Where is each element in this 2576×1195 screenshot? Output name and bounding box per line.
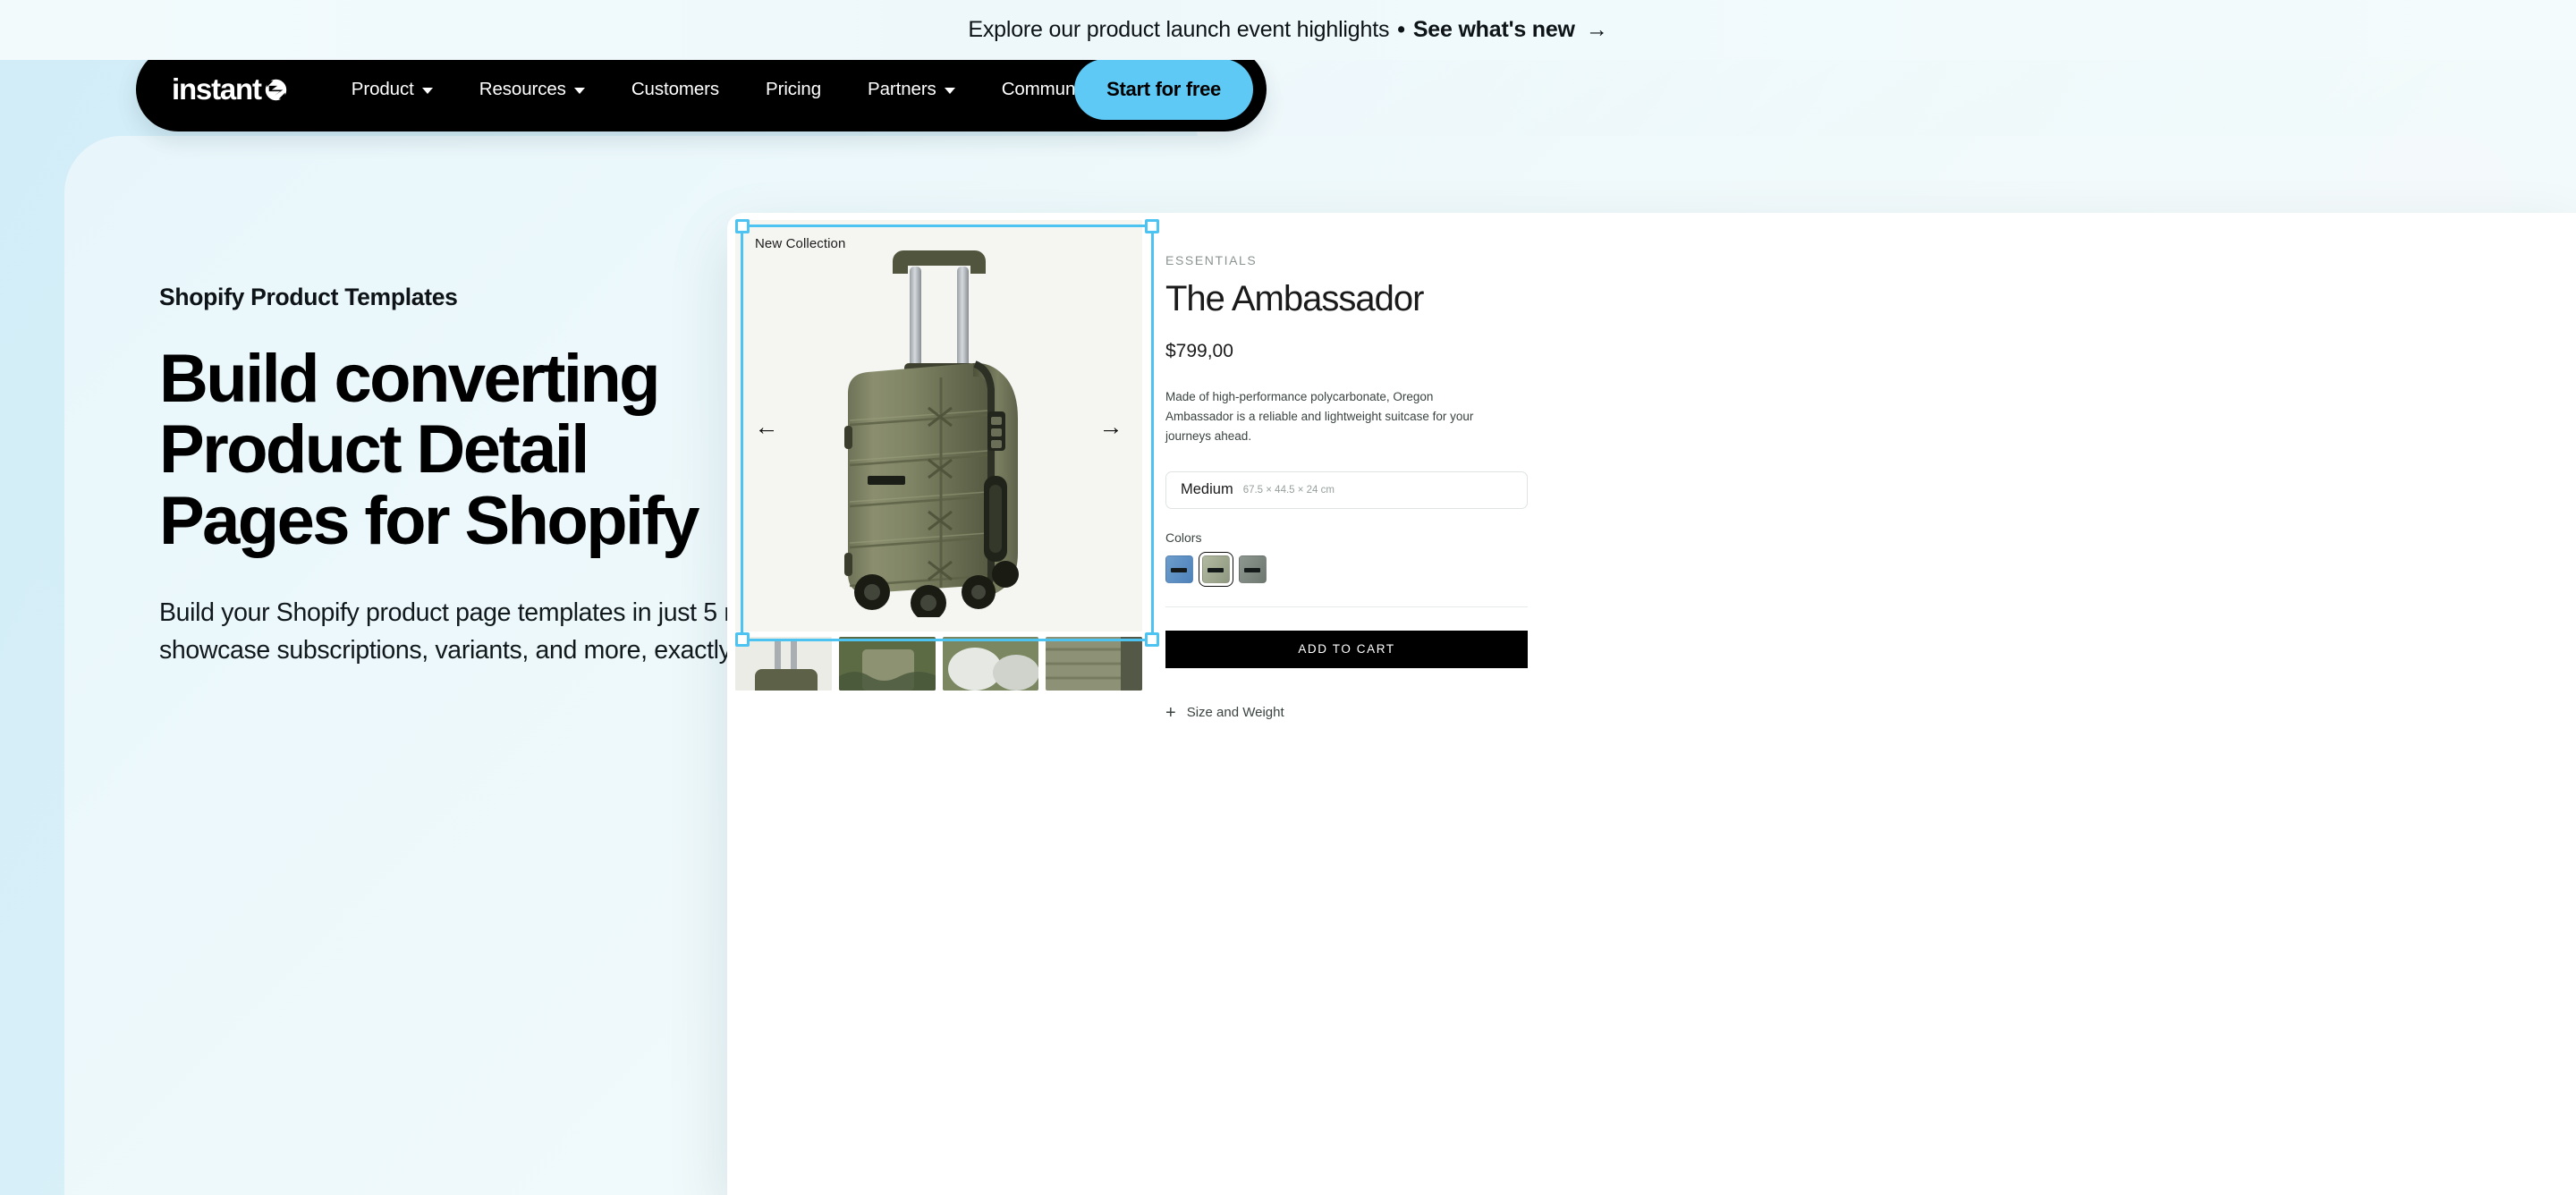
gallery-thumbnail[interactable] [735, 637, 832, 691]
arrow-right-icon: → [1585, 17, 1608, 42]
gallery-thumbnail[interactable] [838, 637, 936, 691]
product-gallery[interactable]: New Collection ← → [735, 219, 1159, 647]
size-selector-dimensions: 67.5 × 44.5 × 24 cm [1242, 484, 1335, 496]
nav-links: Product Resources Customers Pricing Part… [328, 79, 1117, 100]
logo-bolt-icon [265, 79, 286, 100]
logo-text: instant [172, 72, 262, 106]
nav-item-label: Pricing [766, 79, 822, 99]
product-title: The Ambassador [1165, 279, 1424, 318]
resize-handle-bottom-right[interactable] [1145, 632, 1159, 647]
nav-item-product[interactable]: Product [328, 79, 456, 100]
color-swatch-olive[interactable] [1199, 551, 1233, 587]
swatch-plate-icon [1244, 567, 1260, 572]
page-stage: instant Product Resources Customers Pric [0, 60, 2576, 1195]
gallery-thumbnails [735, 637, 1142, 691]
nav-item-label: Customers [631, 79, 720, 99]
announcement-link[interactable]: See what's new [1413, 17, 1575, 43]
gallery-prev-button[interactable]: ← [753, 414, 780, 438]
nav-item-partners[interactable]: Partners [844, 79, 979, 100]
color-swatch-slate[interactable] [1239, 555, 1267, 583]
new-collection-badge: New Collection [755, 236, 846, 251]
nav-item-pricing[interactable]: Pricing [742, 79, 844, 100]
start-for-free-button[interactable]: Start for free [1074, 60, 1253, 120]
colors-label: Colors [1165, 530, 1202, 545]
section-divider [1165, 606, 1528, 607]
announcement-separator: • [1397, 17, 1405, 42]
color-swatches [1165, 551, 1550, 587]
suitcase-image [835, 242, 1046, 621]
main-navbar: instant Product Resources Customers Pric [136, 60, 1267, 131]
gallery-next-button[interactable]: → [1097, 414, 1124, 438]
product-detail-card: New Collection ← → ESSENTIALS The Ambass… [727, 213, 2576, 1195]
nav-item-customers[interactable]: Customers [608, 79, 742, 100]
product-preview: New Collection ← → ESSENTIALS The Ambass… [727, 213, 2576, 1195]
logo[interactable]: instant [172, 72, 287, 106]
nav-item-label: Partners [868, 79, 936, 99]
nav-item-label: Resources [479, 79, 566, 99]
size-and-weight-label: Size and Weight [1186, 705, 1284, 721]
product-description: Made of high-performance polycarbonate, … [1165, 390, 1474, 443]
color-swatch-blue[interactable] [1165, 555, 1193, 583]
size-selector[interactable]: Medium 67.5 × 44.5 × 24 cm [1165, 470, 1528, 509]
chevron-down-icon [573, 88, 585, 94]
resize-handle-top-left[interactable] [735, 219, 750, 233]
plus-icon: + [1165, 702, 1176, 723]
swatch-plate-icon [1171, 567, 1187, 572]
product-info: ESSENTIALS The Ambassador $799,00 Made o… [1165, 253, 1550, 722]
resize-handle-top-right[interactable] [1145, 219, 1159, 233]
product-price: $799,00 [1165, 341, 1233, 361]
nav-item-resources[interactable]: Resources [456, 79, 608, 100]
gallery-thumbnail[interactable] [942, 637, 1039, 691]
size-and-weight-accordion[interactable]: + Size and Weight [1165, 704, 1550, 722]
swatch-plate-icon [1208, 567, 1224, 572]
announcement-bar: Explore our product launch event highlig… [0, 0, 2576, 60]
chevron-down-icon [944, 88, 955, 94]
gallery-thumbnail[interactable] [1046, 637, 1142, 691]
add-to-cart-button[interactable]: ADD TO CART [1165, 630, 1528, 668]
size-selector-label: Medium [1181, 481, 1233, 498]
announcement-text: Explore our product launch event highlig… [968, 17, 1390, 42]
nav-item-label: Product [351, 79, 414, 99]
product-brand: ESSENTIALS [1165, 253, 1258, 267]
chevron-down-icon [421, 88, 433, 94]
